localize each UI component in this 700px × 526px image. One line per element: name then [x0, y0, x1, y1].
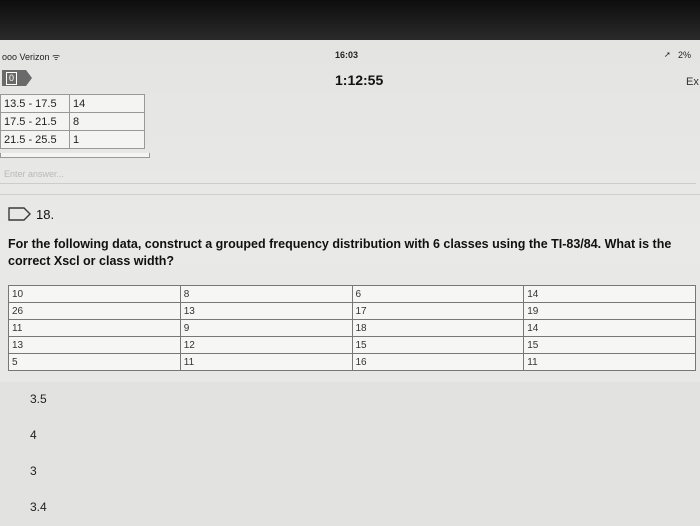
frequency-cell: 1 [69, 130, 145, 149]
answer-option-3[interactable]: 3 [0, 454, 700, 490]
frequency-cell: 8 [69, 112, 145, 131]
data-cell: 15 [351, 336, 525, 354]
quiz-timer: 1:12:55 [335, 72, 384, 88]
table-row: 13 12 15 15 [8, 336, 696, 354]
data-cell: 14 [523, 319, 696, 337]
location-arrow-icon: ➚ [664, 50, 671, 59]
data-cell: 18 [351, 319, 525, 337]
option-label: 3 [30, 464, 37, 478]
exit-button[interactable]: Ex [686, 76, 699, 88]
table-row: 21.5 - 25.5 1 [0, 130, 145, 149]
data-cell: 17 [351, 302, 525, 320]
quiz-header: 0 1:12:55 Ex [0, 68, 700, 92]
answer-input[interactable] [0, 165, 696, 184]
table-row: 26 13 17 19 [8, 302, 696, 320]
data-cell: 26 [8, 302, 181, 320]
question-text: For the following data, construct a grou… [8, 237, 672, 268]
data-cell: 6 [351, 285, 525, 303]
data-cell: 10 [8, 285, 181, 303]
status-clock: 16:03 [335, 50, 359, 60]
question-count-badge[interactable]: 0 [2, 70, 32, 86]
answer-option-4[interactable]: 3.4 [0, 490, 700, 526]
table-footer [0, 153, 150, 158]
flag-icon[interactable] [8, 207, 32, 221]
frequency-cell: 14 [69, 94, 145, 113]
data-cell: 8 [179, 285, 353, 303]
question-data-table: 10 8 6 14 26 13 17 19 11 9 18 14 13 12 1… [8, 285, 696, 371]
interval-cell: 21.5 - 25.5 [0, 130, 70, 149]
data-cell: 15 [523, 336, 696, 354]
data-cell: 14 [523, 285, 696, 303]
data-cell: 16 [351, 353, 525, 371]
data-cell: 11 [179, 353, 353, 371]
interval-cell: 17.5 - 21.5 [0, 112, 70, 131]
data-cell: 11 [523, 353, 696, 371]
data-cell: 12 [179, 336, 353, 354]
question-number-label: 18. [36, 207, 55, 222]
answer-option-1[interactable]: 3.5 [0, 382, 700, 418]
table-row: 17.5 - 21.5 8 [0, 112, 145, 131]
divider [0, 194, 700, 195]
previous-answer-table: 13.5 - 17.5 14 17.5 - 21.5 8 21.5 - 25.5… [0, 94, 145, 149]
table-row: 10 8 6 14 [8, 285, 696, 303]
table-row: 13.5 - 17.5 14 [0, 94, 145, 113]
status-bar: ooo Verizon ᯤ 16:03 ➚ 2% [0, 50, 700, 64]
option-label: 3.5 [30, 392, 47, 406]
battery-percent: 2% [678, 50, 692, 60]
badge-count: 0 [6, 72, 18, 85]
data-cell: 13 [179, 302, 353, 320]
data-cell: 11 [8, 319, 181, 337]
option-label: 3.4 [30, 500, 47, 514]
answer-option-2[interactable]: 4 [0, 418, 700, 454]
option-label: 4 [30, 428, 37, 442]
data-cell: 13 [8, 336, 181, 354]
data-cell: 5 [8, 353, 181, 371]
data-cell: 19 [523, 302, 696, 320]
carrier-label: ooo Verizon ᯤ [2, 52, 61, 62]
table-row: 5 11 16 11 [8, 353, 696, 371]
data-cell: 9 [179, 319, 353, 337]
interval-cell: 13.5 - 17.5 [0, 94, 70, 113]
screen-bezel [0, 0, 700, 40]
table-row: 11 9 18 14 [8, 319, 696, 337]
